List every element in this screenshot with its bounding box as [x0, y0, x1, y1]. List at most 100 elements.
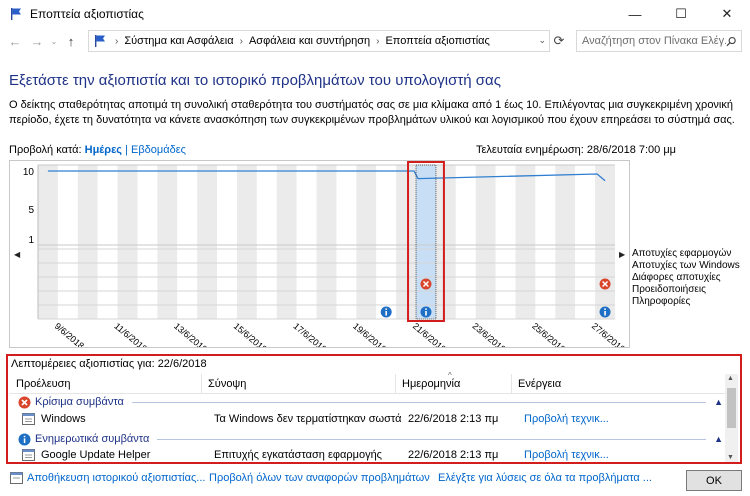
group-informational[interactable]: Ενημερωτικά συμβάντα ▲ [10, 431, 729, 447]
check-solutions-link[interactable]: Ελέγξτε για λύσεις σε όλα τα προβλήματα … [438, 472, 652, 484]
y-tick-label: 1 [28, 235, 34, 246]
flag-icon [8, 6, 24, 22]
ok-button[interactable]: OK [686, 470, 742, 491]
chart-column [396, 165, 417, 319]
save-history-icon [10, 472, 23, 484]
crumb-reliability-monitor[interactable]: Εποπτεία αξιοπιστίας [385, 35, 489, 47]
save-history-link[interactable]: Αποθήκευση ιστορικού αξιοπιστίας... [10, 472, 205, 484]
y-tick-label: 5 [28, 205, 34, 216]
view-by-label: Προβολή κατά: [9, 144, 82, 156]
maximize-button[interactable]: ☐ [658, 0, 704, 28]
view-weeks-link[interactable]: Εβδομάδες [131, 144, 186, 156]
window-title: Εποπτεία αξιοπιστίας [30, 7, 144, 21]
x-tick-label: 21/6/2018 [411, 321, 448, 347]
group-critical-label: Κρίσιμα συμβάντα [35, 396, 124, 408]
y-tick-label: 10 [23, 167, 35, 178]
info-event-icon-mark [385, 311, 387, 316]
collapse-chevron-icon[interactable]: ▲ [714, 397, 723, 407]
control-panel-icon [93, 34, 107, 48]
reliability-details: Λεπτομέρειες αξιοπιστίας για: 22/6/2018 … [6, 354, 742, 464]
col-date[interactable]: Ημερομηνία ^ [396, 371, 512, 393]
chart-column [157, 165, 178, 319]
scrollbar-thumb[interactable] [727, 388, 736, 428]
legend-app-failures: Αποτυχίες εφαρμογών [632, 248, 732, 259]
chart-column [495, 165, 516, 319]
legend-windows-failures: Αποτυχίες των Windows [632, 260, 740, 271]
scroll-up-icon[interactable]: ▲ [727, 375, 734, 382]
recent-dropdown-icon[interactable]: ⌄ [48, 30, 60, 52]
chart-column [38, 165, 58, 319]
row-source: Google Update Helper [41, 448, 151, 461]
table-row[interactable]: Google Update Helper Επιτυχής εγκατάστασ… [10, 447, 729, 462]
breadcrumb[interactable]: › Σύστημα και Ασφάλεια › Ασφάλεια και συ… [88, 30, 550, 52]
details-title: Λεπτομέρειες αξιοπιστίας για: 22/6/2018 [11, 358, 207, 370]
info-event-icon-mark [604, 311, 606, 316]
chart-column [77, 165, 98, 319]
title-bar: Εποπτεία αξιοπιστίας — ☐ ✕ [0, 0, 750, 28]
crumb-system-security[interactable]: Σύστημα και Ασφάλεια [124, 35, 233, 47]
chart-column [137, 165, 158, 319]
view-days-link[interactable]: Ημέρες [85, 144, 122, 156]
group-critical[interactable]: Κρίσιμα συμβάντα ▲ [10, 394, 729, 410]
chart-column [535, 165, 556, 319]
forward-arrow-icon[interactable]: → [26, 30, 48, 52]
chart-column [117, 165, 138, 319]
reliability-chart[interactable]: 10 5 1 9/6/2018 11/6/2018 13/6/2018 15/6/2018 1… [9, 160, 630, 354]
reliability-chart-svg[interactable]: 10519/6/2018 11/6/2018 13/6/2018 15/6/2018 1… [10, 161, 629, 354]
x-tick-label: 27/6/2018 [590, 321, 627, 347]
chart-column [276, 165, 297, 319]
scroll-down-icon[interactable]: ▼ [727, 454, 734, 461]
chart-column [515, 165, 536, 319]
details-scrollbar[interactable]: ▲ ▼ [725, 374, 738, 462]
chart-column [177, 165, 198, 319]
group-informational-label: Ενημερωτικά συμβάντα [35, 433, 150, 445]
view-technical-details-link[interactable]: Προβολή τεχνικ... [518, 413, 718, 425]
info-event-icon-dot [425, 308, 427, 310]
view-by: Προβολή κατά: Ημέρες | Εβδομάδες [9, 144, 186, 156]
scroll-left-icon[interactable]: ◀ [14, 250, 20, 259]
x-tick-label: 25/6/2018 [530, 321, 567, 347]
info-event-icon-dot [604, 308, 606, 310]
minimize-button[interactable]: — [612, 0, 658, 28]
up-arrow-icon[interactable]: ↑ [60, 30, 82, 52]
col-summary[interactable]: Σύνοψη [202, 374, 396, 393]
col-source[interactable]: Προέλευση [10, 374, 202, 393]
table-header: Προέλευση Σύνοψη Ημερομηνία ^ Ενέργεια [10, 371, 729, 394]
x-tick-label: 13/6/2018 [172, 321, 209, 347]
col-action[interactable]: Ενέργεια [512, 374, 729, 393]
view-separator: | [125, 144, 128, 156]
x-tick-label: 15/6/2018 [232, 321, 269, 347]
chart-column [595, 165, 615, 319]
row-summary: Επιτυχής εγκατάσταση εφαρμογής [214, 448, 382, 461]
table-row[interactable]: Windows Τα Windows δεν τερματίστηκαν σωσ… [10, 410, 729, 428]
legend-misc-failures: Διάφορες αποτυχίες [632, 272, 721, 283]
x-tick-label: 17/6/2018 [291, 321, 328, 347]
collapse-chevron-icon[interactable]: ▲ [714, 434, 723, 444]
view-all-reports-link[interactable]: Προβολή όλων των αναφορών προβλημάτων [209, 472, 430, 484]
x-tick-label: 19/6/2018 [351, 321, 388, 347]
scroll-right-icon[interactable]: ▶ [619, 250, 625, 259]
view-technical-details-link[interactable]: Προβολή τεχνικ... [518, 449, 718, 461]
refresh-icon[interactable]: ⟳ [548, 30, 570, 52]
chart-column [376, 165, 397, 319]
chart-column [236, 165, 257, 319]
close-button[interactable]: ✕ [704, 0, 750, 28]
chart-column [455, 165, 476, 319]
chart-column [555, 165, 576, 319]
back-arrow-icon[interactable]: ← [4, 30, 26, 52]
page-description: Ο δείκτης σταθερότητας αποτιμά τη συνολι… [9, 99, 735, 126]
chart-column [57, 165, 78, 319]
chevron-down-icon[interactable]: ⌄ [538, 35, 546, 46]
legend-warnings: Προειδοποιήσεις [632, 284, 706, 295]
chart-column [296, 165, 317, 319]
search-input[interactable]: Αναζήτηση στον Πίνακα Ελέγ... [576, 30, 742, 52]
chart-column [356, 165, 377, 319]
window-app-icon [22, 413, 35, 425]
chart-column [197, 165, 218, 319]
info-icon [18, 433, 31, 446]
row-date: 22/6/2018 2:13 πμ [408, 413, 499, 425]
chart-column [336, 165, 357, 319]
chart-column [316, 165, 337, 319]
info-event-icon-mark [425, 311, 427, 316]
crumb-security-maintenance[interactable]: Ασφάλεια και συντήρηση [249, 35, 370, 47]
